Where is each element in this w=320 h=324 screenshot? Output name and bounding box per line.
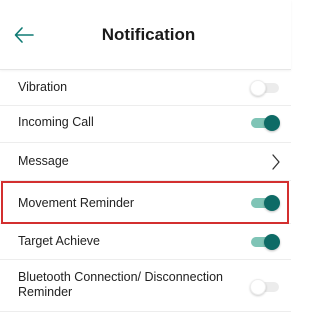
toggle-knob [250, 80, 266, 96]
setting-row-message[interactable]: Message [0, 143, 291, 181]
bluetooth-reminder-toggle[interactable] [250, 279, 279, 295]
setting-row-incoming-call[interactable]: Incoming Call [0, 106, 291, 143]
notification-screen: Notification Vibration Incoming Call Mes… [0, 0, 291, 324]
setting-label-vibration: Vibration [18, 80, 68, 94]
chevron-right-icon[interactable] [271, 154, 281, 170]
setting-label-bluetooth-reminder: Bluetooth Connection/ Disconnection Remi… [18, 270, 223, 299]
setting-label-incoming-call: Incoming Call [18, 115, 94, 129]
target-achieve-toggle[interactable] [251, 234, 280, 250]
toggle-knob [264, 234, 280, 250]
page-title: Notification [101, 25, 196, 44]
header-bar: Notification [0, 0, 291, 70]
movement-reminder-toggle[interactable] [251, 195, 280, 211]
toggle-knob [264, 115, 280, 131]
setting-row-vibration[interactable]: Vibration [0, 69, 291, 106]
incoming-call-toggle[interactable] [251, 115, 280, 131]
setting-row-target-achieve[interactable]: Target Achieve [0, 224, 291, 260]
setting-label-target-achieve: Target Achieve [18, 234, 100, 248]
vibration-toggle[interactable] [250, 80, 279, 96]
toggle-knob [250, 279, 266, 295]
setting-label-message: Message [18, 154, 69, 168]
setting-row-bluetooth-reminder[interactable]: Bluetooth Connection/ Disconnection Remi… [0, 260, 291, 312]
toggle-knob [264, 195, 280, 211]
setting-row-movement-reminder[interactable]: Movement Reminder [0, 181, 291, 224]
setting-label-movement-reminder: Movement Reminder [18, 196, 135, 210]
